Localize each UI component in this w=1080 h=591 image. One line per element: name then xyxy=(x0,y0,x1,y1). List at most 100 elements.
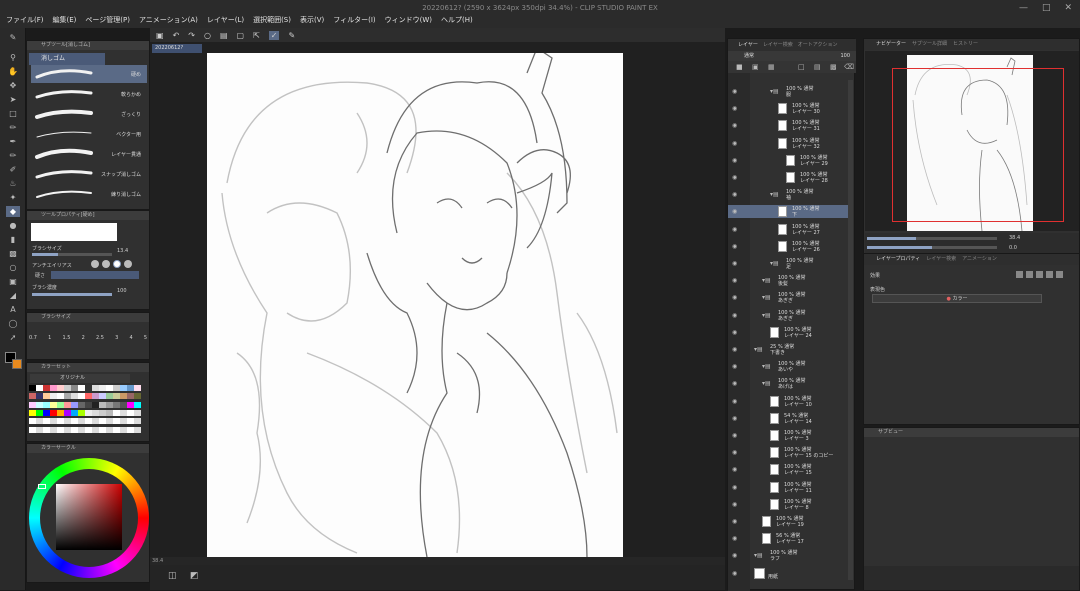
folder-icon[interactable]: ▾▤ xyxy=(770,260,779,267)
color-swatch[interactable] xyxy=(50,385,57,391)
color-swatch[interactable] xyxy=(36,393,43,400)
eye-icon[interactable]: ◉ xyxy=(732,157,737,164)
color-swatch[interactable] xyxy=(127,393,134,400)
layer-folder[interactable]: ◉ ▾▤ 100 % 通常 あいや xyxy=(728,360,850,373)
menu-item[interactable]: ヘルプ(H) xyxy=(441,15,473,25)
new-folder-icon[interactable]: ▤ xyxy=(814,63,821,71)
layer-row[interactable]: ◉ 100 % 通常 レイヤー 29 xyxy=(728,154,850,167)
layer-row[interactable]: ◉ 56 % 通常 レイヤー 17 xyxy=(728,532,850,545)
maximize-icon[interactable]: □ xyxy=(1042,3,1051,13)
folder-icon[interactable]: ▾▤ xyxy=(762,277,771,284)
eye-icon[interactable]: ◉ xyxy=(732,363,737,370)
color-swatch[interactable] xyxy=(120,426,127,433)
navigator-tab[interactable]: サブツール詳細 xyxy=(912,39,947,50)
eye-icon[interactable]: ◉ xyxy=(732,329,737,336)
color-swatch[interactable] xyxy=(106,393,113,400)
color-swatch[interactable] xyxy=(71,401,78,408)
clear-icon[interactable]: ○ xyxy=(204,31,211,40)
color-swatch[interactable] xyxy=(64,401,71,408)
color-swatch[interactable] xyxy=(43,385,50,391)
blend-mode-select[interactable]: 通常 xyxy=(744,53,754,59)
color-swatch[interactable] xyxy=(120,385,127,391)
color-swatch[interactable] xyxy=(64,393,71,400)
color-swatch[interactable] xyxy=(106,418,113,425)
reference-icon[interactable]: ▦ xyxy=(768,63,775,71)
color-swatch[interactable] xyxy=(92,385,99,391)
eye-icon[interactable]: ◉ xyxy=(732,346,737,353)
brush-size-slider[interactable] xyxy=(32,253,112,256)
color-swatch[interactable] xyxy=(29,418,36,425)
layer-row[interactable]: ◉ 100 % 通常 レイヤー 8 xyxy=(728,498,850,511)
figure-icon[interactable]: ○ xyxy=(6,262,20,273)
color-swatch[interactable] xyxy=(134,401,141,408)
new-layer-icon[interactable]: □ xyxy=(798,63,805,71)
navigator-view-frame[interactable] xyxy=(892,68,1064,222)
layer-folder[interactable]: ◉ ▾▤ 100 % 通常服 xyxy=(728,85,850,98)
layer-property-tab[interactable]: レイヤー検索 xyxy=(926,254,956,265)
ruler-icon[interactable]: ◢ xyxy=(6,290,20,301)
layer-row[interactable]: ◉ 100 % 通常 レイヤー 10 xyxy=(728,395,850,408)
correct-line-icon[interactable]: ➚ xyxy=(6,332,20,343)
subtool-item[interactable]: スナップ消しゴム xyxy=(31,165,147,183)
redo-icon[interactable]: ↷ xyxy=(188,31,195,40)
color-swatch[interactable] xyxy=(57,418,64,425)
select-icon[interactable]: □ xyxy=(6,108,20,119)
saturation-value-square[interactable] xyxy=(56,484,122,550)
eye-icon[interactable]: ◉ xyxy=(732,518,737,525)
eye-icon[interactable]: ◉ xyxy=(732,535,737,542)
color-swatch[interactable] xyxy=(43,401,50,408)
color-mode-select[interactable]: ● カラー xyxy=(872,294,1042,303)
transform-icon[interactable]: ⇱ xyxy=(253,31,260,40)
layer-row[interactable]: ◉ 100 % 通常 レイヤー 26 xyxy=(728,240,850,253)
color-swatch[interactable] xyxy=(29,426,36,433)
color-swatch[interactable] xyxy=(99,393,106,400)
color-swatch[interactable] xyxy=(92,401,99,408)
blend-icon[interactable]: ● xyxy=(6,220,20,231)
color-swatch[interactable] xyxy=(78,418,85,425)
color-swatch[interactable] xyxy=(29,409,36,416)
color-swatch[interactable] xyxy=(29,401,36,408)
folder-icon[interactable]: ▾▤ xyxy=(770,88,779,95)
brush-size-preset[interactable]: 2.5 xyxy=(96,335,104,341)
subtool-item[interactable]: ベクター用 xyxy=(31,125,147,143)
subtool-item[interactable]: 硬め xyxy=(31,65,147,83)
zoom-icon[interactable]: ⚲ xyxy=(6,52,20,63)
minimize-icon[interactable]: — xyxy=(1019,3,1028,13)
layer-scrollbar[interactable] xyxy=(848,80,853,580)
eye-icon[interactable]: ◉ xyxy=(732,449,737,456)
eye-icon[interactable]: ◉ xyxy=(732,432,737,439)
brush-size-preset[interactable]: 3 xyxy=(115,335,118,341)
color-swatch[interactable] xyxy=(85,426,92,433)
effect-icons[interactable] xyxy=(1016,271,1063,278)
color-swatch[interactable] xyxy=(57,401,64,408)
folder-icon[interactable]: ▾▤ xyxy=(754,346,763,353)
layer-row[interactable]: ◉ 用紙 xyxy=(728,567,850,580)
color-swatch[interactable] xyxy=(71,426,78,433)
layer-folder[interactable]: ◉ ▾▤ 100 % 通常足 xyxy=(728,257,850,270)
subtool-item[interactable]: ざっくり xyxy=(31,105,147,123)
eye-icon[interactable]: ◉ xyxy=(732,570,737,577)
new-icon[interactable]: ▣ xyxy=(156,31,164,40)
close-icon[interactable]: ✕ xyxy=(1064,3,1072,13)
color-swatch[interactable] xyxy=(50,393,57,400)
color-swatch[interactable] xyxy=(43,426,50,433)
eyedropper-icon[interactable]: ✏ xyxy=(6,122,20,133)
folder-icon[interactable]: ▾▤ xyxy=(762,380,771,387)
layer-tab[interactable]: レイヤー xyxy=(738,39,758,51)
color-swatch[interactable] xyxy=(134,385,141,391)
color-swatch[interactable] xyxy=(99,409,106,416)
color-swatch[interactable] xyxy=(134,426,141,433)
color-swatch[interactable] xyxy=(113,393,120,400)
layer-row[interactable]: ◉ 100 % 通常 レイヤー 15 のコピー xyxy=(728,446,850,459)
color-swatch[interactable] xyxy=(64,418,71,425)
subtool-item[interactable]: 練り消しゴム xyxy=(31,185,147,203)
layer-row[interactable]: ◉ 100 % 通常 レイヤー 30 xyxy=(728,102,850,115)
color-swatch[interactable] xyxy=(85,418,92,425)
hand-icon[interactable]: ✋ xyxy=(6,66,20,77)
color-swatch[interactable] xyxy=(78,426,85,433)
eye-icon[interactable]: ◉ xyxy=(732,398,737,405)
color-swatch[interactable] xyxy=(120,393,127,400)
color-swatch[interactable] xyxy=(36,418,43,425)
eye-icon[interactable]: ◉ xyxy=(732,191,737,198)
color-swatch[interactable] xyxy=(127,426,134,433)
